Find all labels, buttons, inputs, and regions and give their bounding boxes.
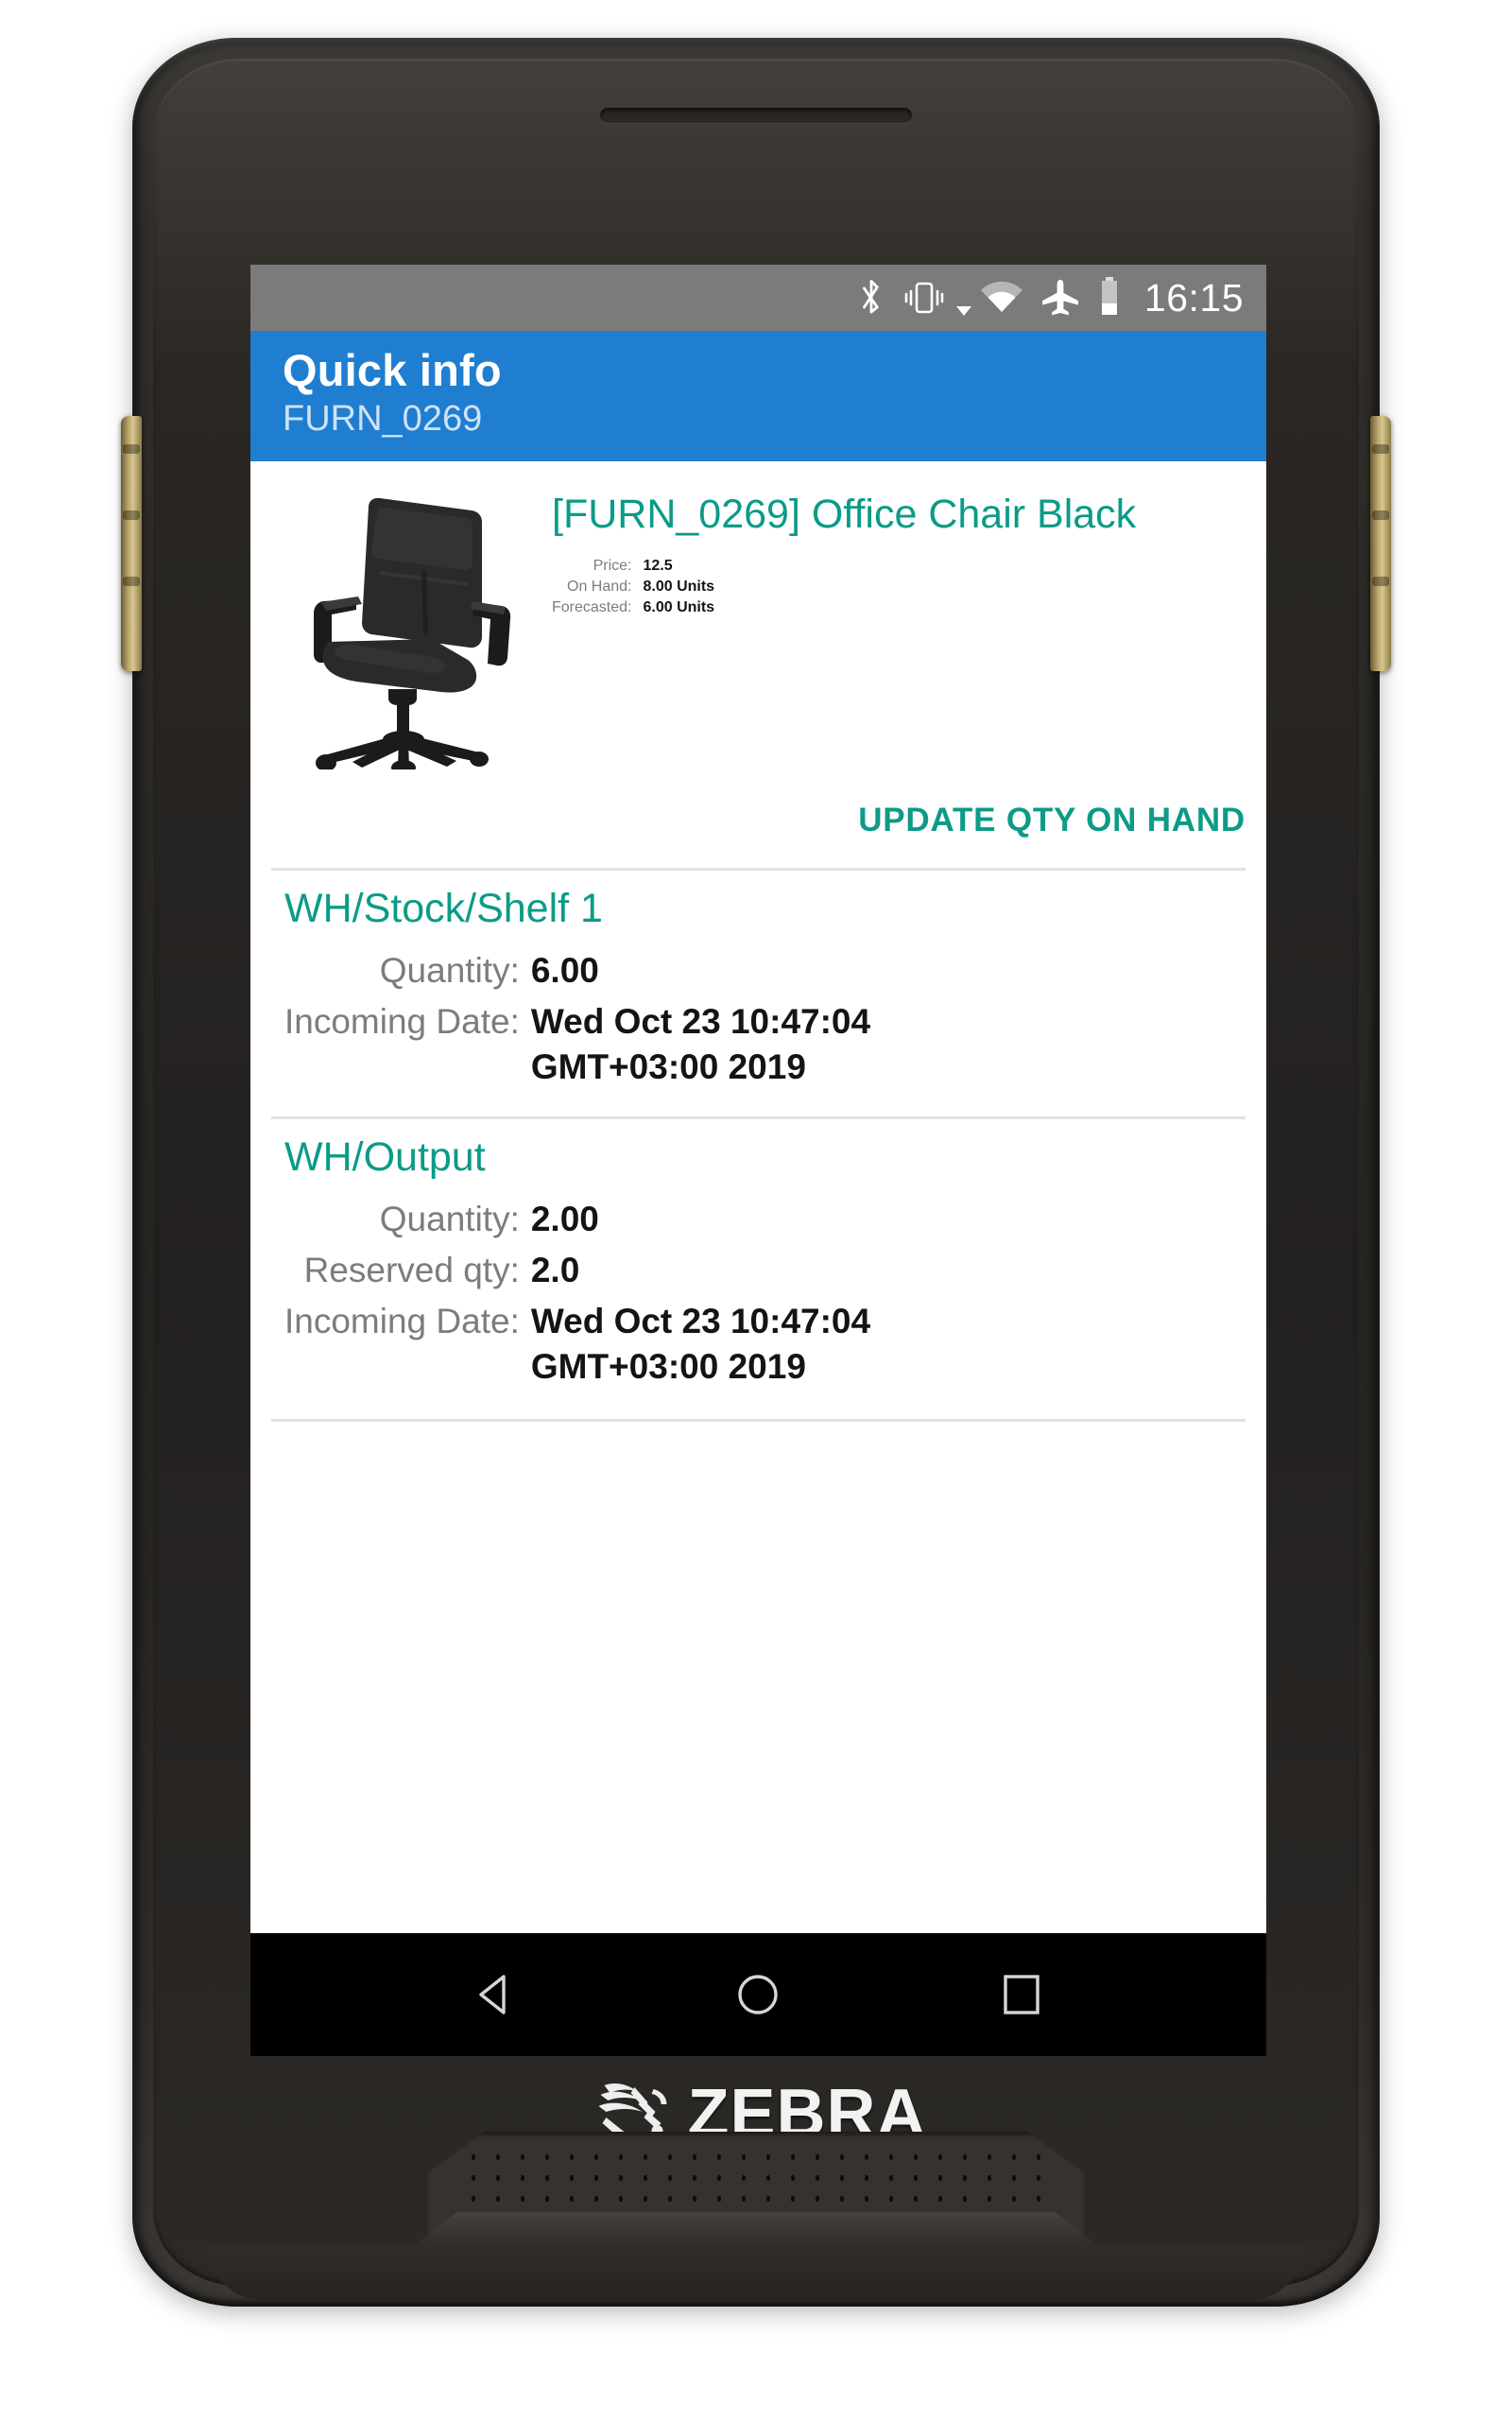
- location-field-row: Reserved qty: 2.0: [284, 1245, 1022, 1296]
- product-field-table: Price: 12.5 On Hand: 8.00 Units Forecast…: [552, 556, 714, 618]
- chevron-down-icon: [955, 304, 972, 331]
- screenshot-stage: 16:15 Quick info FURN_0269 [FURN_0269] O…: [0, 0, 1512, 2420]
- home-button[interactable]: [717, 1954, 799, 2035]
- location-field-label: Incoming Date:: [284, 1301, 520, 1340]
- recents-button[interactable]: [981, 1954, 1062, 2035]
- quick-info-content: [FURN_0269] Office Chair Black Price: 12…: [250, 461, 1266, 1422]
- location-field-label: Quantity:: [379, 951, 520, 991]
- location-field-row: Quantity: 6.00: [284, 945, 1022, 996]
- update-qty-on-hand-button[interactable]: UPDATE QTY ON HAND: [250, 769, 1266, 868]
- product-field-row: Forecasted: 6.00 Units: [552, 597, 714, 618]
- vibrate-icon: [902, 278, 946, 318]
- product-field-label: Price:: [593, 558, 632, 575]
- product-field-value: 8.00 Units: [643, 579, 715, 596]
- product-summary: [FURN_0269] Office Chair Black Price: 12…: [250, 461, 1266, 770]
- product-field-row: Price: 12.5: [552, 556, 714, 577]
- product-field-value: 6.00 Units: [643, 599, 715, 616]
- product-field-label: Forecasted:: [552, 599, 632, 616]
- location-field-row: Quantity: 2.00: [284, 1194, 1022, 1245]
- product-field-label: On Hand:: [567, 579, 632, 596]
- grille-lip: [416, 2212, 1096, 2244]
- location-field-table: Quantity: 6.00 Incoming Date: Wed Oct 23…: [284, 945, 1022, 1093]
- location-field-label: Incoming Date:: [284, 1002, 520, 1042]
- location-field-table: Quantity: 2.00 Reserved qty: 2.0 Incomin…: [284, 1194, 1022, 1392]
- app-bar: Quick info FURN_0269: [250, 331, 1266, 462]
- location-field-value: 2.00: [530, 1199, 599, 1238]
- location-field-value: 6.00: [530, 951, 599, 991]
- android-navigation-bar: [250, 1933, 1266, 2056]
- left-scan-trigger-button[interactable]: [121, 416, 142, 671]
- earpiece-speaker: [600, 108, 912, 123]
- location-field-value: Wed Oct 23 10:47:04 GMT+03:00 2019: [530, 1002, 871, 1087]
- location-section: WH/Stock/Shelf 1 Quantity: 6.00 Incoming…: [250, 871, 1266, 1098]
- location-field-row: Incoming Date: Wed Oct 23 10:47:04 GMT+0…: [284, 1296, 1022, 1392]
- speaker-perforations: [461, 2147, 1051, 2213]
- wifi-icon: [980, 280, 1023, 316]
- location-field-label: Quantity:: [379, 1199, 520, 1238]
- product-field-row: On Hand: 8.00 Units: [552, 577, 714, 597]
- product-details: [FURN_0269] Office Chair Black Price: 12…: [533, 486, 1242, 769]
- product-field-value: 12.5: [643, 558, 673, 575]
- location-field-value: 2.0: [530, 1250, 580, 1289]
- product-image: [283, 486, 533, 770]
- battery-icon: [1097, 276, 1122, 320]
- back-button[interactable]: [455, 1954, 536, 2035]
- location-name: WH/Stock/Shelf 1: [284, 886, 603, 932]
- location-field-value: Wed Oct 23 10:47:04 GMT+03:00 2019: [530, 1301, 871, 1386]
- app-bar-title: Quick info: [283, 345, 502, 395]
- device-screen: 16:15 Quick info FURN_0269 [FURN_0269] O…: [250, 265, 1266, 2056]
- office-chair-illustration: [313, 498, 510, 770]
- app-bar-subtitle: FURN_0269: [283, 398, 483, 439]
- location-name: WH/Output: [284, 1133, 486, 1180]
- airplane-mode-icon: [1040, 278, 1080, 318]
- device-chin: [208, 2244, 1304, 2301]
- android-status-bar: 16:15: [250, 265, 1266, 331]
- bluetooth-icon: [857, 277, 885, 319]
- status-bar-clock: 16:15: [1143, 275, 1244, 320]
- section-divider: [271, 1418, 1246, 1422]
- product-title: [FURN_0269] Office Chair Black: [552, 492, 1137, 538]
- right-scan-trigger-button[interactable]: [1370, 416, 1391, 671]
- location-field-label: Reserved qty:: [303, 1250, 520, 1289]
- location-section: WH/Output Quantity: 2.00 Reserved qty: 2…: [250, 1119, 1266, 1398]
- location-field-row: Incoming Date: Wed Oct 23 10:47:04 GMT+0…: [284, 996, 1022, 1093]
